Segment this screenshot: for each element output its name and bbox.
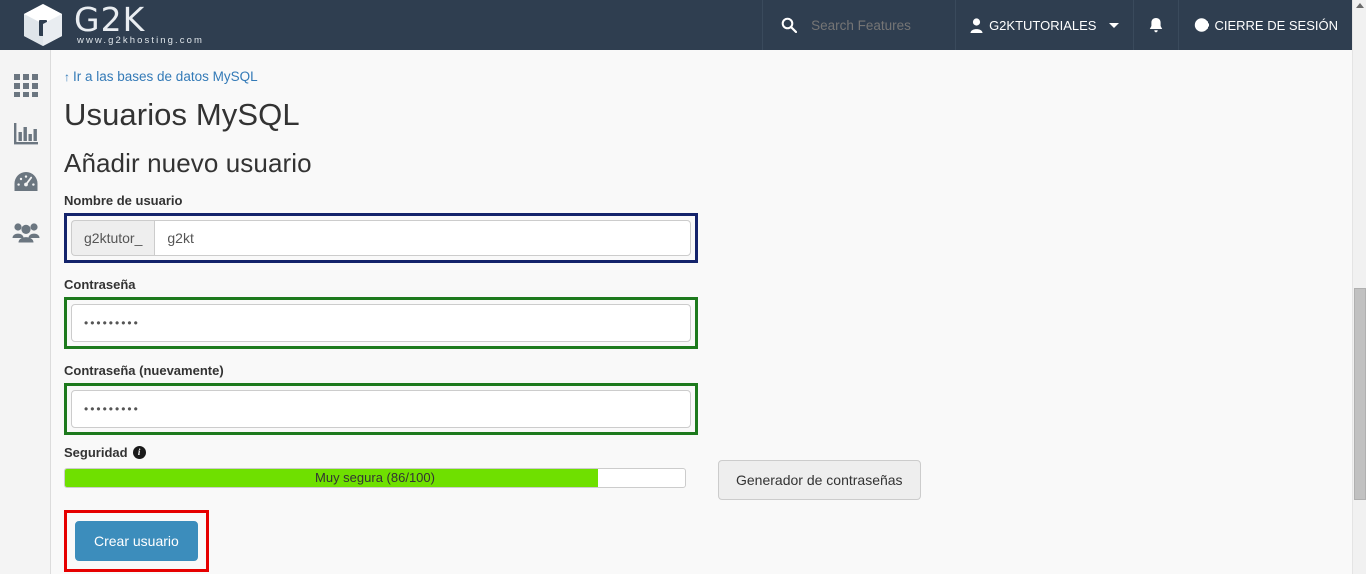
password-input[interactable] <box>71 304 691 342</box>
account-menu[interactable]: G2KTUTORIALES <box>955 0 1133 50</box>
submit-annotation-box: Crear usuario <box>64 510 209 572</box>
logout-button[interactable]: CIERRE DE SESIÓN <box>1178 0 1352 50</box>
users-icon <box>12 222 39 242</box>
brand-text: G2K www.g2khosting.com <box>74 0 205 46</box>
strength-label-row: Seguridad i <box>64 445 1345 460</box>
username-label: Nombre de usuario <box>64 193 183 208</box>
password-annotation-box <box>64 297 698 349</box>
section-title: Añadir nuevo usuario <box>64 148 312 178</box>
bar-chart-icon <box>13 122 38 144</box>
username-prefix: g2ktutor_ <box>71 220 155 256</box>
main-content: ↑ Ir a las bases de datos MySQL Usuarios … <box>52 50 1345 574</box>
password-strength-text: Muy segura (86/100) <box>315 470 435 485</box>
sidebar-item-users[interactable] <box>0 207 51 256</box>
sidebar-item-metrics[interactable] <box>0 158 51 207</box>
logout-icon <box>1195 18 1210 32</box>
brand-word: G2K <box>74 0 146 39</box>
user-icon <box>970 17 983 33</box>
chevron-down-icon <box>1109 22 1120 28</box>
page-scrollbar[interactable] <box>1352 0 1366 574</box>
password-confirm-label: Contraseña (nuevamente) <box>64 363 224 378</box>
search-box[interactable] <box>762 0 955 50</box>
brand-url: www.g2khosting.com <box>77 35 205 46</box>
info-circle-icon[interactable]: i <box>132 446 146 459</box>
sidebar-item-apps[interactable] <box>0 60 51 109</box>
password-label: Contraseña <box>64 277 136 292</box>
username-input-group: g2ktutor_ <box>71 220 691 256</box>
cube-logo-icon <box>24 4 62 46</box>
grid-apps-icon <box>13 73 38 97</box>
scroll-thumb[interactable] <box>1354 288 1366 500</box>
brand-logo[interactable]: G2K www.g2khosting.com <box>0 0 204 50</box>
password-generator-button[interactable]: Generador de contraseñas <box>718 460 921 500</box>
breadcrumb-up-arrow-icon: ↑ <box>64 70 70 84</box>
username-input[interactable] <box>154 220 691 256</box>
account-label: G2KTUTORIALES <box>989 17 1097 33</box>
notifications-button[interactable] <box>1133 0 1178 50</box>
gauge-icon <box>14 171 37 191</box>
page-title: Usuarios MySQL <box>64 97 300 132</box>
search-input[interactable] <box>811 17 942 33</box>
left-sidebar <box>0 50 51 574</box>
password-confirm-annotation-box <box>64 383 698 435</box>
breadcrumb-label: Ir a las bases de datos MySQL <box>73 69 258 84</box>
strength-row: Muy segura (86/100) Generador de contras… <box>64 460 1345 500</box>
bell-icon <box>1150 17 1163 32</box>
search-icon <box>781 17 798 33</box>
strength-label: Seguridad <box>64 445 128 460</box>
create-user-button[interactable]: Crear usuario <box>75 521 198 561</box>
logout-label: CIERRE DE SESIÓN <box>1214 17 1338 33</box>
password-strength-meter: Muy segura (86/100) <box>64 468 686 488</box>
username-annotation-box: g2ktutor_ <box>64 213 698 263</box>
scroll-up-arrow-icon[interactable] <box>1356 3 1364 8</box>
breadcrumb-link[interactable]: ↑ Ir a las bases de datos MySQL <box>64 69 258 84</box>
sidebar-item-statistics[interactable] <box>0 109 51 158</box>
top-header-bar: G2K www.g2khosting.com G2KTUTORIALES <box>0 0 1352 50</box>
header-right-group: G2KTUTORIALES CIERRE DE SESIÓN <box>762 0 1352 50</box>
password-confirm-input[interactable] <box>71 390 691 428</box>
